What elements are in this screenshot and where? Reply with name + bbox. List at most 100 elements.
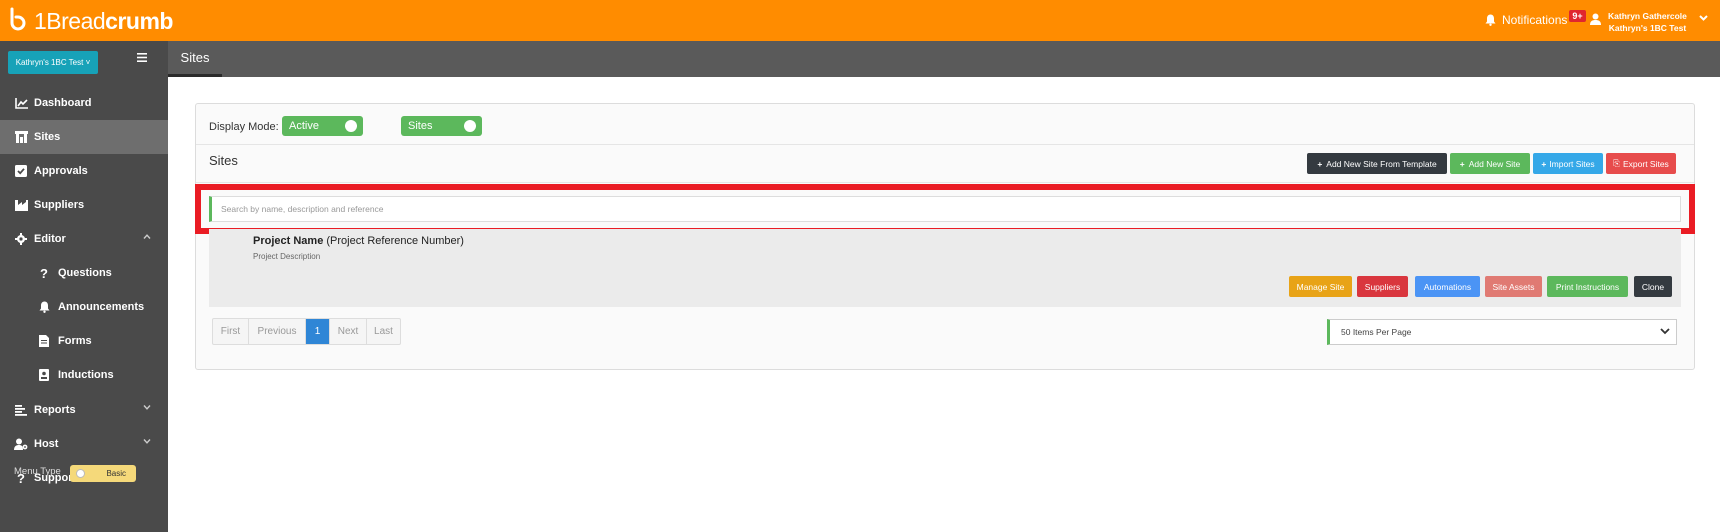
sidebar-item-label: Reports — [34, 404, 76, 416]
export-sites-button[interactable]: ⎘ Export Sites — [1606, 153, 1676, 174]
automations-button[interactable]: Automations — [1415, 276, 1480, 297]
hamburger-menu-icon[interactable] — [137, 53, 147, 62]
active-toggle[interactable]: Active — [282, 116, 363, 136]
sidebar-item-host[interactable]: Host — [0, 427, 168, 461]
project-name: Project Name — [253, 235, 324, 247]
check-square-icon — [14, 164, 28, 178]
user-name: Kathryn Gathercole — [1608, 11, 1687, 21]
plus-icon: + — [1459, 158, 1465, 169]
display-mode-label: Display Mode: — [209, 121, 279, 133]
caret-icon: ˅ — [85, 58, 91, 67]
suppliers-button[interactable]: Suppliers — [1357, 276, 1408, 297]
sidebar-item-dashboard[interactable]: Dashboard — [0, 86, 168, 120]
account-switcher-button[interactable]: Kathryn's 1BC Test ˅ — [8, 51, 98, 74]
button-label: Add New Site From Template — [1326, 158, 1437, 169]
button-label: Import Sites — [1549, 158, 1595, 169]
copy-icon: ⎘ — [1613, 158, 1620, 168]
industry-icon — [14, 198, 28, 212]
sidebar-item-forms[interactable]: Forms — [0, 324, 168, 358]
gear-icon — [14, 232, 28, 246]
page-next[interactable]: Next — [330, 319, 367, 344]
top-bar: 1Breadcrumb Notifications 9+ Kathryn Gat… — [0, 0, 1720, 41]
button-label: Export Sites — [1622, 158, 1669, 169]
menu-type-value: Basic — [106, 469, 126, 478]
chevron-down-icon — [1660, 328, 1670, 335]
divider — [196, 144, 1694, 145]
chevron-down-icon[interactable] — [1699, 15, 1708, 21]
sidebar-item-label: Dashboard — [34, 97, 92, 109]
bell-icon — [37, 300, 51, 314]
active-toggle-label: Active — [289, 120, 319, 132]
project-reference: (Project Reference Number) — [326, 235, 464, 247]
page-previous[interactable]: Previous — [249, 319, 306, 344]
sidebar-item-editor[interactable]: Editor — [0, 222, 168, 256]
id-badge-icon — [37, 368, 51, 382]
sidebar: Kathryn's 1BC Test ˅ Dashboard Sites App… — [0, 41, 168, 532]
chevron-down-icon — [143, 439, 151, 444]
toggle-knob — [345, 120, 357, 132]
chart-line-icon — [14, 96, 28, 110]
sites-toggle[interactable]: Sites — [401, 116, 482, 136]
user-icon[interactable] — [1590, 13, 1601, 25]
app-logo[interactable]: 1Breadcrumb — [8, 6, 173, 36]
user-menu[interactable]: Kathryn Gathercole Kathryn's 1BC Test — [1608, 10, 1687, 34]
toggle-knob — [76, 469, 85, 478]
sidebar-item-label: Editor — [34, 233, 66, 245]
sidebar-item-reports[interactable]: Reports — [0, 393, 168, 427]
list-icon — [14, 403, 28, 417]
plus-icon: + — [1541, 158, 1547, 169]
sidebar-item-questions[interactable]: ? Questions — [0, 256, 168, 290]
page-first[interactable]: First — [213, 319, 249, 344]
user-org: Kathryn's 1BC Test — [1608, 23, 1687, 33]
items-per-page-value: 50 Items Per Page — [1341, 327, 1412, 337]
divider — [196, 182, 1694, 183]
chevron-down-icon — [143, 405, 151, 410]
sidebar-item-label: Forms — [58, 335, 92, 347]
search-input[interactable]: Search by name, description and referenc… — [209, 196, 1681, 222]
menu-type-toggle[interactable]: Basic — [70, 465, 136, 482]
add-site-from-template-button[interactable]: + Add New Site From Template — [1307, 153, 1447, 174]
tab-sites[interactable]: Sites — [168, 41, 222, 77]
bell-icon — [1485, 14, 1496, 26]
sidebar-item-label: Questions — [58, 267, 112, 279]
clone-button[interactable]: Clone — [1634, 276, 1672, 297]
logo-text: 1Breadcrumb — [34, 7, 173, 34]
sidebar-item-label: Host — [34, 438, 59, 450]
sidebar-item-label: Suppliers — [34, 199, 85, 211]
sidebar-item-announcements[interactable]: Announcements — [0, 290, 168, 324]
account-label: Kathryn's 1BC Test — [15, 58, 84, 67]
section-title: Sites — [209, 153, 238, 168]
manage-site-button[interactable]: Manage Site — [1289, 276, 1352, 297]
menu-type-label: Menu Type — [14, 466, 61, 477]
sidebar-item-inductions[interactable]: Inductions — [0, 358, 168, 392]
sites-toggle-label: Sites — [408, 120, 433, 132]
sidebar-item-label: Inductions — [58, 369, 114, 381]
project-description: Project Description — [253, 252, 321, 261]
page-last[interactable]: Last — [367, 319, 400, 344]
project-title[interactable]: Project Name (Project Reference Number) — [253, 235, 464, 247]
print-instructions-button[interactable]: Print Instructions — [1547, 276, 1628, 297]
file-icon — [37, 334, 51, 348]
sidebar-item-label: Announcements — [58, 301, 145, 313]
sidebar-item-approvals[interactable]: Approvals — [0, 154, 168, 188]
page-current[interactable]: 1 — [306, 319, 330, 344]
sidebar-item-suppliers[interactable]: Suppliers — [0, 188, 168, 222]
import-sites-button[interactable]: + Import Sites — [1533, 153, 1603, 174]
logo-mark-icon — [10, 7, 26, 31]
button-label: Add New Site — [1468, 158, 1521, 169]
chevron-up-icon — [143, 234, 151, 239]
question-icon: ? — [40, 265, 48, 281]
page-header: Sites — [168, 41, 1720, 77]
pagination: First Previous 1 Next Last — [212, 318, 401, 345]
site-assets-button[interactable]: Site Assets — [1485, 276, 1542, 297]
toggle-knob — [464, 120, 476, 132]
plus-icon: + — [1317, 158, 1323, 169]
items-per-page-select[interactable]: 50 Items Per Page — [1327, 319, 1677, 345]
notifications-button[interactable]: Notifications 9+ — [1485, 10, 1586, 27]
sidebar-item-sites[interactable]: Sites — [0, 120, 168, 154]
notifications-label: Notifications — [1502, 13, 1568, 27]
list-item: Project Name (Project Reference Number) … — [209, 229, 1681, 307]
user-gear-icon — [14, 437, 28, 451]
add-new-site-button[interactable]: + Add New Site — [1450, 153, 1530, 174]
sidebar-item-label: Approvals — [34, 165, 88, 177]
